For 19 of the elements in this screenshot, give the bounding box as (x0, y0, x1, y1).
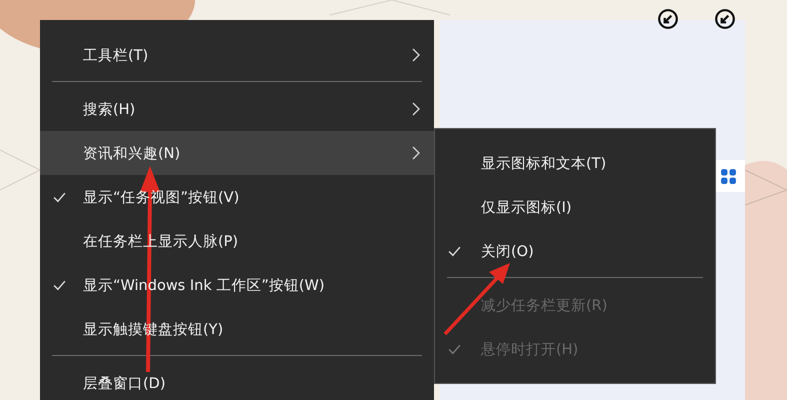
menu-item-label: 关闭(O) (481, 242, 534, 260)
menu-item[interactable]: 搜索(H) (40, 87, 434, 131)
menu-item[interactable]: 层叠窗口(D) (40, 361, 434, 400)
menu-item-label: 工具栏(T) (83, 46, 148, 64)
menu-item[interactable]: 资讯和兴趣(N) (40, 131, 434, 175)
menu-item[interactable]: 仅显示图标(I) (435, 185, 715, 229)
arrow-circle-icon (657, 8, 679, 30)
menu-item[interactable]: 显示图标和文本(T) (435, 141, 715, 185)
menu-item-label: 层叠窗口(D) (83, 374, 166, 392)
menu-item-label: 仅显示图标(I) (481, 198, 572, 216)
arrow-circle-icon (714, 8, 736, 30)
menu-item-label: 悬停时打开(H) (481, 340, 578, 358)
menu-item[interactable]: 关闭(O) (435, 229, 715, 273)
menu-item-label: 显示图标和文本(T) (481, 154, 606, 172)
menu-item-label: 搜索(H) (83, 100, 136, 118)
menu-item[interactable]: 工具栏(T) (40, 33, 434, 77)
menu-item-label: 资讯和兴趣(N) (83, 144, 180, 162)
widgets-icon (720, 168, 737, 184)
menu-item-label: 减少任务栏更新(R) (481, 296, 608, 314)
